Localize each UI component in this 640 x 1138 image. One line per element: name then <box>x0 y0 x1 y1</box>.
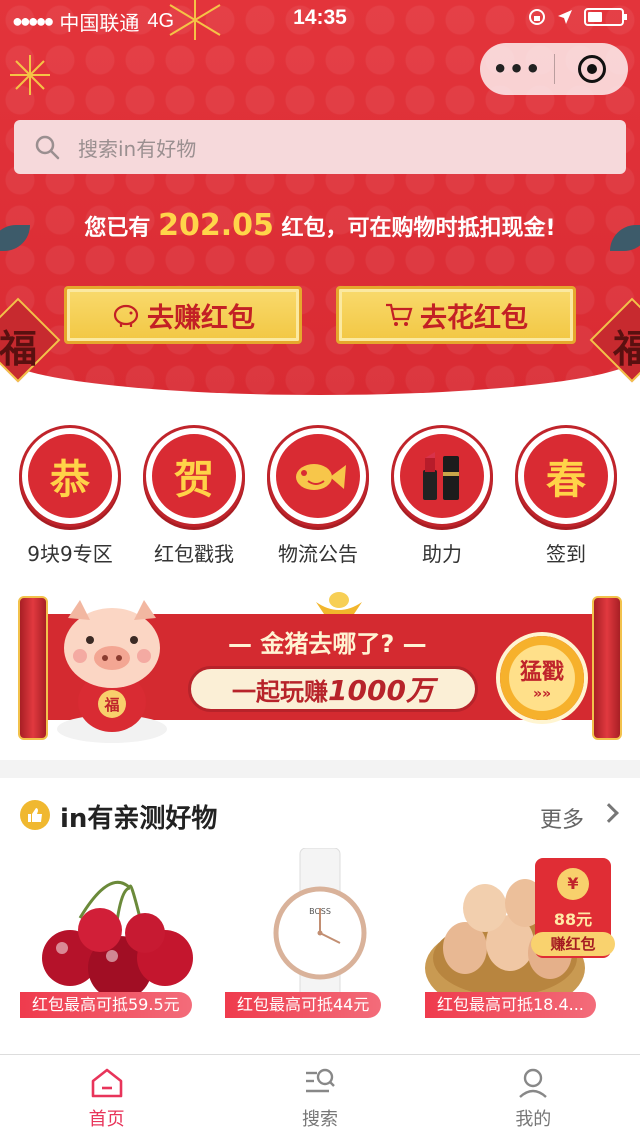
earn-button-label: 去赚红包 <box>147 302 255 334</box>
section-divider <box>0 760 640 778</box>
fu-char: 福 <box>612 327 640 371</box>
more-menu-button[interactable]: ••• <box>480 55 554 83</box>
tab-home[interactable]: 首页 <box>0 1055 213 1138</box>
he-icon: 贺 <box>146 428 242 524</box>
category-label: 助力 <box>422 542 462 566</box>
eggs-image: ¥ 88元 赚红包 红包最高可抵18.4... <box>425 848 615 1018</box>
scroll-roller-left <box>18 596 48 740</box>
orientation-lock-icon <box>529 9 545 25</box>
discount-tag: 红包最高可抵18.4... <box>425 992 596 1018</box>
category-9yuan[interactable]: 恭 9块9专区 <box>8 428 132 568</box>
battery-icon <box>584 8 627 26</box>
category-assist[interactable]: 助力 <box>380 428 504 568</box>
fu-badge: 福 <box>103 696 119 714</box>
slogan-prefix: 一起玩赚 <box>232 677 329 706</box>
category-label: 签到 <box>546 542 586 566</box>
fu-decoration: 福 <box>0 297 61 390</box>
balance-amount: 202.05 <box>158 208 274 243</box>
spend-button-label: 去花红包 <box>420 302 528 334</box>
section-title: in有亲测好物 <box>60 804 218 834</box>
search-bar[interactable]: 搜索in有好物 <box>14 120 626 174</box>
category-logistics[interactable]: 物流公告 <box>256 428 380 568</box>
tab-label: 我的 <box>515 1109 552 1130</box>
red-packet-badge: ¥ 88元 赚红包 <box>531 858 615 958</box>
poke-button[interactable]: 猛戳 »» <box>500 636 584 720</box>
piggy-bank-icon <box>113 304 139 327</box>
tab-profile[interactable]: 我的 <box>427 1055 640 1138</box>
red-packet-balance: 您已有 202.05 红包，可在购物时抵扣现金! <box>0 208 640 243</box>
banner-title: — 金猪去哪了? — <box>228 630 427 658</box>
scroll-roller-right <box>592 596 622 740</box>
chevron-right-icon[interactable] <box>599 803 619 823</box>
status-bar: ●●●●● 中国联通 4G 14:35 <box>0 0 640 36</box>
location-icon <box>558 10 572 24</box>
category-label: 9块9专区 <box>27 542 113 566</box>
search-list-icon <box>305 1068 335 1093</box>
balance-prefix: 您已有 <box>84 216 151 241</box>
product-card-eggs[interactable]: ¥ 88元 赚红包 红包最高可抵18.4... <box>425 848 615 1044</box>
banner-slogan: 一起玩赚 1000万 <box>188 666 478 712</box>
search-input[interactable]: 搜索in有好物 <box>78 133 196 162</box>
tab-label: 搜索 <box>301 1109 338 1130</box>
miniprogram-capsule: ••• <box>480 43 628 95</box>
thumbs-up-icon <box>20 800 50 830</box>
shopping-cart-icon <box>386 303 413 326</box>
firework-decoration <box>10 55 50 95</box>
category-grid: 恭 9块9专区 贺 红包戳我 物流公告 助力 春 签到 <box>0 428 640 568</box>
user-icon <box>519 1068 548 1098</box>
golden-pig-banner[interactable]: 福 — 金猪去哪了? — 一起玩赚 1000万 猛戳 »» <box>18 588 622 748</box>
poke-label: 猛戳 <box>519 660 564 685</box>
bottom-tab-bar: 首页 搜索 我的 <box>0 1054 640 1138</box>
close-miniprogram-button[interactable] <box>555 55 628 83</box>
yuan-coin-icon: ¥ <box>557 868 589 900</box>
home-icon <box>91 1068 122 1098</box>
gold-ingot-icon <box>316 592 362 614</box>
tab-label: 首页 <box>88 1109 125 1130</box>
chun-icon: 春 <box>518 428 614 524</box>
discount-tag: 红包最高可抵59.5元 <box>20 992 192 1018</box>
earn-red-packet-button[interactable]: 去赚红包 <box>64 286 302 344</box>
category-checkin[interactable]: 春 签到 <box>504 428 628 568</box>
fu-decoration: 福 <box>589 297 640 390</box>
category-red-packet[interactable]: 贺 红包戳我 <box>132 428 256 568</box>
header-banner: ●●●●● 中国联通 4G 14:35 ••• 搜索in有好物 您已有 202.… <box>0 0 640 395</box>
search-icon <box>35 135 60 160</box>
spend-red-packet-button[interactable]: 去花红包 <box>336 286 576 344</box>
app-root: ●●●●● 中国联通 4G 14:35 ••• 搜索in有好物 您已有 202.… <box>0 0 640 1138</box>
red-packet-amount: 88元 <box>553 910 593 929</box>
earn-packet-button[interactable]: 赚红包 <box>531 932 615 956</box>
cherry-image: 红包最高可抵59.5元 <box>20 848 210 1018</box>
discount-tag: 红包最高可抵44元 <box>225 992 382 1018</box>
slogan-amount: 1000万 <box>328 674 434 707</box>
product-list: 红包最高可抵59.5元 BOSS 红包最高可抵44元 <box>0 847 640 1044</box>
recommend-header: in有亲测好物 更多 <box>0 790 640 842</box>
product-card-watch[interactable]: BOSS 红包最高可抵44元 <box>225 847 415 1044</box>
target-icon <box>577 55 606 83</box>
lipstick-icon <box>394 428 490 524</box>
gong-icon: 恭 <box>22 428 118 524</box>
tab-search[interactable]: 搜索 <box>213 1055 426 1138</box>
watch-image: BOSS 红包最高可抵44元 <box>225 847 415 1019</box>
golden-pig-mascot: 福 <box>57 600 167 743</box>
arrows-icon: »» <box>532 686 552 702</box>
balance-suffix: 红包，可在购物时抵扣现金! <box>281 216 556 241</box>
more-link[interactable]: 更多 <box>540 802 584 834</box>
category-label: 红包戳我 <box>154 542 234 566</box>
category-label: 物流公告 <box>278 542 358 566</box>
fish-icon <box>270 428 366 524</box>
product-card-cherry[interactable]: 红包最高可抵59.5元 <box>20 848 210 1044</box>
fu-char: 福 <box>0 327 37 371</box>
